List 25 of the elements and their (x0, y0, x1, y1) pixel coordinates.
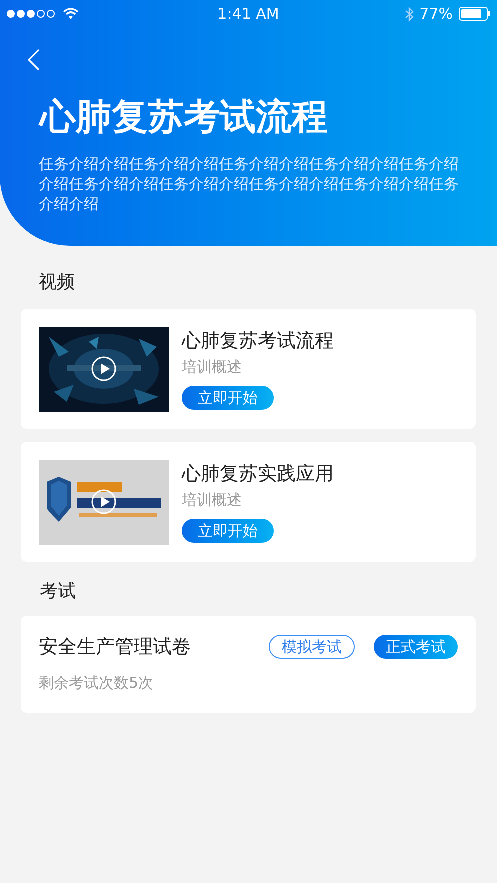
page-description: 任务介绍介绍任务介绍介绍任务介绍介绍任务介绍介绍任务介绍介绍任务介绍介绍任务介绍介绍任务介绍介绍任务介绍介绍任务介绍介绍 (39, 154, 460, 214)
video-card[interactable]: 心肺复苏实践应用 培训概述 立即开始 (21, 442, 476, 562)
video-subtitle: 培训概述 (182, 357, 243, 378)
exam-button[interactable]: 正式考试 (374, 635, 458, 659)
page-title: 心肺复苏考试流程 (40, 96, 329, 140)
remaining-attempts: 剩余考试次数5次 (39, 673, 155, 694)
video-title: 心肺复苏实践应用 (182, 462, 334, 487)
bluetooth-icon (404, 6, 414, 22)
section-title: 考试 (40, 580, 77, 604)
play-icon[interactable] (91, 488, 117, 514)
start-button[interactable]: 立即开始 (182, 386, 274, 410)
battery-icon (459, 7, 492, 21)
exam-title: 安全生产管理试卷 (39, 635, 192, 660)
signal-icon (6, 9, 56, 19)
video-subtitle: 培训概述 (182, 490, 243, 511)
battery-percent: 77% (420, 4, 454, 25)
start-button[interactable]: 立即开始 (182, 519, 274, 543)
play-icon[interactable] (91, 356, 117, 382)
status-time: 1:41 AM (216, 4, 280, 25)
video-title: 心肺复苏考试流程 (182, 329, 334, 354)
exam-button[interactable]: 模拟考试 (269, 635, 355, 659)
video-card[interactable]: 心肺复苏考试流程 培训概述 立即开始 (21, 309, 476, 429)
section-title: 视频 (39, 271, 76, 295)
wifi-icon (63, 8, 79, 20)
back-icon (28, 49, 40, 71)
